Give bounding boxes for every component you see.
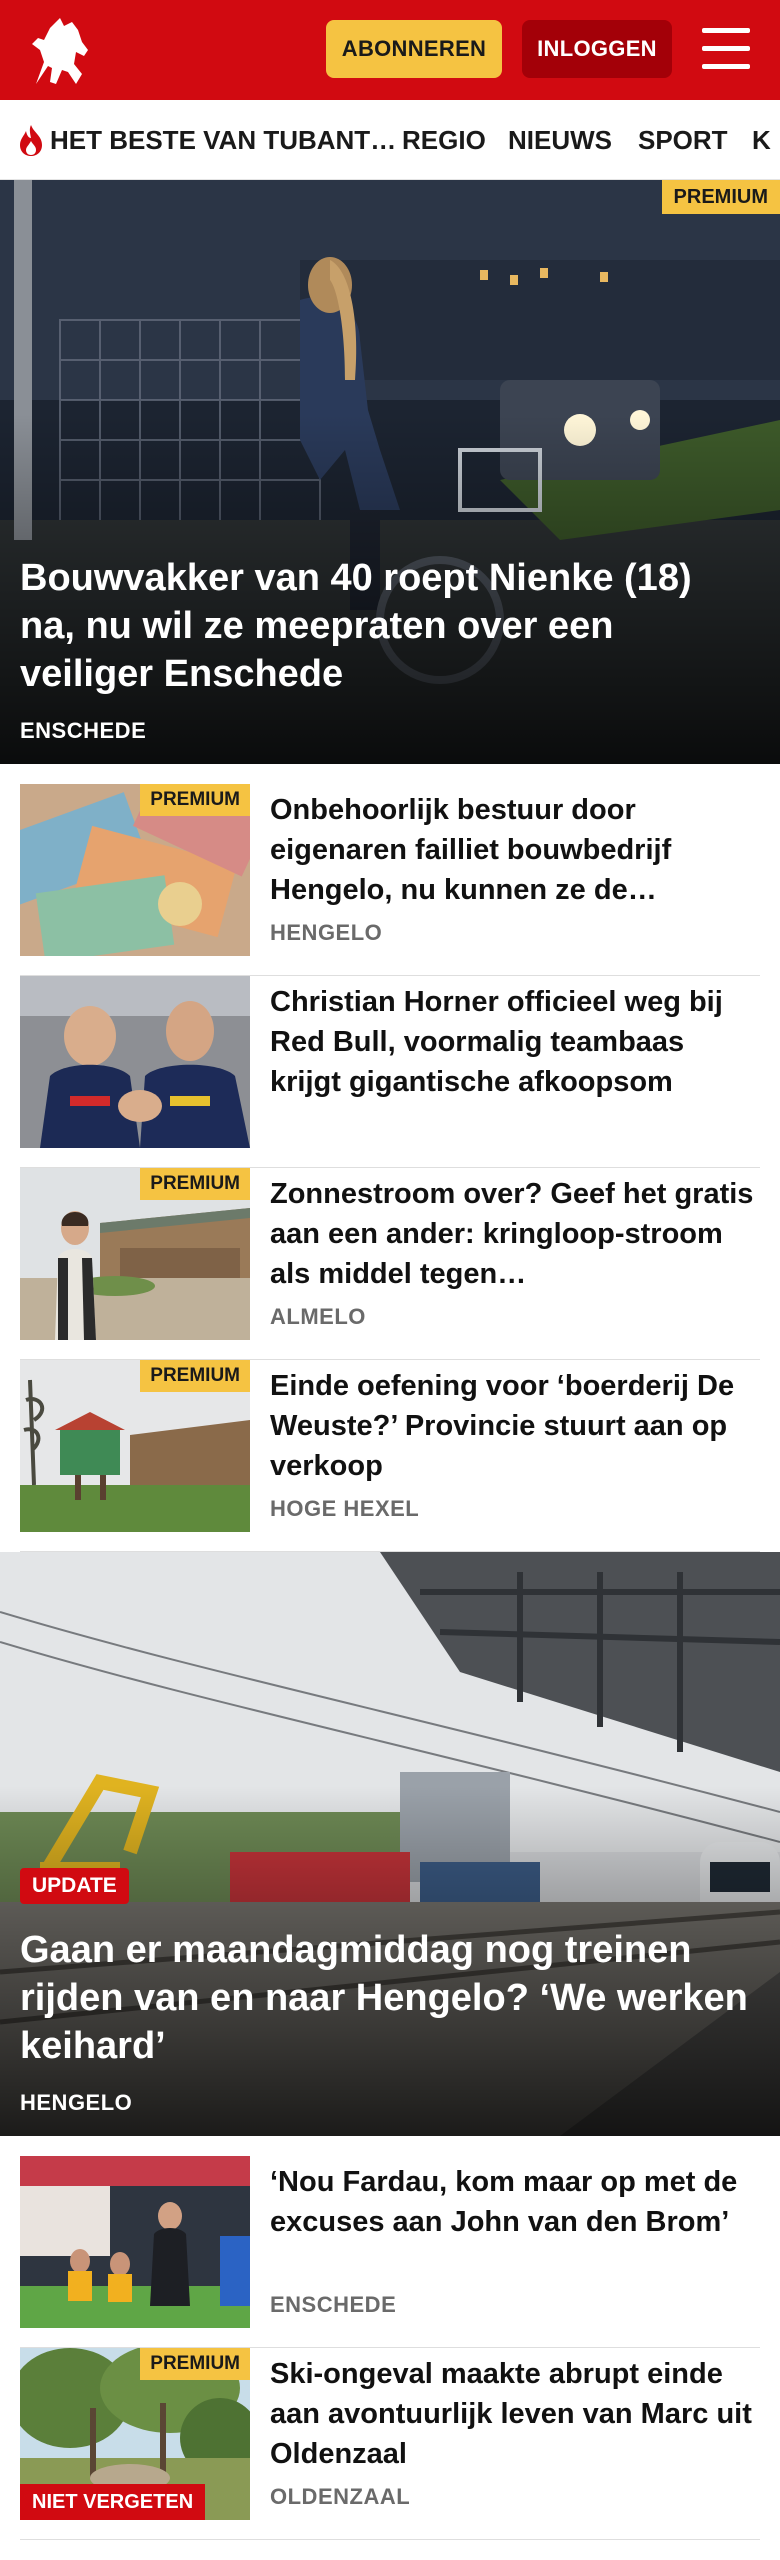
nav-item-label: K <box>752 124 771 155</box>
list-item[interactable]: PREMIUM NIET VERGETEN Ski-ongeval maakte… <box>20 2348 760 2540</box>
article-title[interactable]: Christian Horner officieel weg bij Red B… <box>270 982 760 1102</box>
article-title[interactable]: ‘Nou Fardau, kom maar op met de excuses … <box>270 2162 760 2242</box>
list-item[interactable]: ‘Nou Fardau, kom maar op met de excuses … <box>20 2156 760 2348</box>
thumbnail-red-bull-team <box>20 976 250 1148</box>
nav-item-nieuws[interactable]: NIEUWS <box>508 100 612 179</box>
article-location: HENGELO <box>270 920 383 945</box>
thumbnail-man-in-front-of-shed: PREMIUM <box>20 1168 250 1340</box>
hero-title[interactable]: Gaan er maandagmiddag nog treinen rijden… <box>20 1926 750 2070</box>
list-item[interactable]: Christian Horner officieel weg bij Red B… <box>20 976 760 1168</box>
thumbnail-banknotes: PREMIUM <box>20 784 250 956</box>
premium-badge: PREMIUM <box>140 784 250 816</box>
premium-badge: PREMIUM <box>140 2348 250 2380</box>
nav-item-label: REGIO <box>402 124 486 155</box>
nav-item-best-of[interactable]: HET BESTE VAN TUBANT… <box>16 100 397 179</box>
top-bar: ABONNEREN INLOGGEN <box>0 0 780 100</box>
article-location: ENSCHEDE <box>270 2292 397 2317</box>
list-item[interactable]: PREMIUM Zonnestroom over? Geef het grati… <box>20 1168 760 1360</box>
thumbnail-trees-grave: PREMIUM NIET VERGETEN <box>20 2348 250 2520</box>
article-location: HOGE HEXEL <box>270 1496 420 1521</box>
list-item[interactable]: PREMIUM Onbehoorlijk bestuur door eigena… <box>20 784 760 976</box>
nav-item-label: NIEUWS <box>508 124 612 155</box>
subscribe-button[interactable]: ABONNEREN <box>326 20 502 78</box>
nav-item-label: SPORT <box>638 124 728 155</box>
hero-location: ENSCHEDE <box>20 718 147 743</box>
article-title[interactable]: Einde oefening voor ‘boerderij De Weuste… <box>270 1366 760 1486</box>
tubantia-horse-logo[interactable] <box>22 10 104 92</box>
hamburger-menu-icon[interactable] <box>702 26 750 72</box>
nav-item-label: HET BESTE VAN TUBANT… <box>50 124 397 155</box>
hero-article-2[interactable]: UPDATE Gaan er maandagmiddag nog treinen… <box>0 1552 780 2136</box>
thumbnail-football-bench <box>20 2156 250 2328</box>
flame-icon <box>20 125 42 156</box>
article-location: ALMELO <box>270 1304 366 1329</box>
update-badge: UPDATE <box>20 1868 129 1904</box>
premium-badge: PREMIUM <box>140 1168 250 1200</box>
article-title[interactable]: Onbehoorlijk bestuur door eigenaren fail… <box>270 790 760 910</box>
dont-forget-badge: NIET VERGETEN <box>20 2484 206 2520</box>
nav-item-regio[interactable]: REGIO <box>402 100 486 179</box>
hero-article-1[interactable]: PREMIUM Bouwvakker van 40 roept Nienke (… <box>0 180 780 764</box>
login-button[interactable]: INLOGGEN <box>522 20 672 78</box>
premium-badge: PREMIUM <box>140 1360 250 1392</box>
list-item[interactable]: PREMIUM Einde oefening voor ‘boerderij D… <box>20 1360 760 1552</box>
hero-title[interactable]: Bouwvakker van 40 roept Nienke (18) na, … <box>20 554 750 698</box>
article-location: OLDENZAAL <box>270 2484 411 2509</box>
premium-badge: PREMIUM <box>661 180 780 214</box>
section-nav: HET BESTE VAN TUBANT… REGIO NIEUWS SPORT… <box>0 100 780 180</box>
article-title[interactable]: Ski-ongeval maakte abrupt einde aan avon… <box>270 2354 760 2474</box>
hero-location: HENGELO <box>20 2090 133 2115</box>
article-title[interactable]: Zonnestroom over? Geef het gratis aan ee… <box>270 1174 760 1294</box>
nav-item-more[interactable]: K <box>752 100 771 179</box>
thumbnail-farm-sign: PREMIUM <box>20 1360 250 1532</box>
nav-item-sport[interactable]: SPORT <box>638 100 728 179</box>
